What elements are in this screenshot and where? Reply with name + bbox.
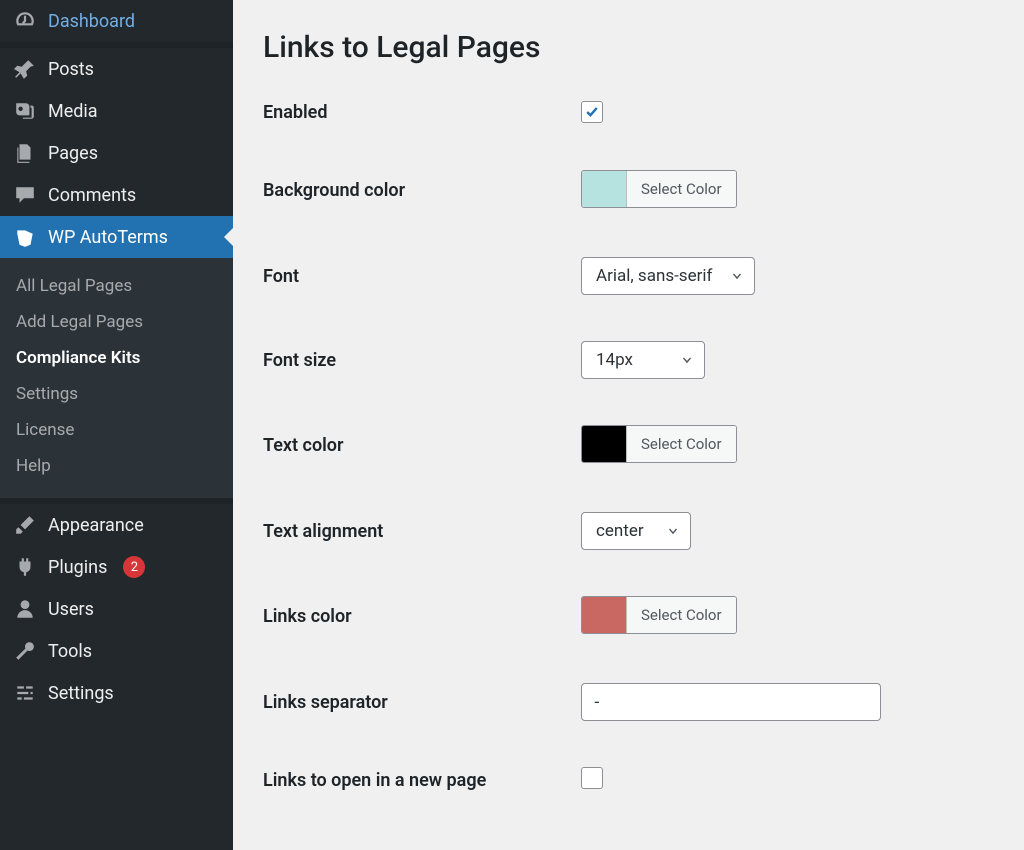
check-icon bbox=[584, 104, 600, 120]
sidebar-item-users[interactable]: Users bbox=[0, 588, 233, 630]
label-font-size: Font size bbox=[263, 350, 581, 371]
sidebar-item-label: Media bbox=[48, 101, 98, 122]
row-links-new-page: Links to open in a new page bbox=[263, 767, 994, 793]
sidebar-item-label: Settings bbox=[48, 683, 114, 704]
links-separator-input[interactable] bbox=[581, 683, 881, 721]
submenu-settings[interactable]: Settings bbox=[0, 376, 233, 412]
plugin-update-badge: 2 bbox=[123, 556, 145, 578]
sidebar-item-label: Tools bbox=[48, 641, 92, 662]
sidebar-item-wp-autoterms[interactable]: WP AutoTerms bbox=[0, 216, 233, 258]
sidebar-item-label: Users bbox=[48, 599, 94, 620]
row-font: Font Arial, sans-serif bbox=[263, 257, 994, 295]
sidebar-item-label: Posts bbox=[48, 59, 94, 80]
row-enabled: Enabled bbox=[263, 101, 994, 124]
select-color-button[interactable]: Select Color bbox=[626, 426, 736, 462]
label-text-color: Text color bbox=[263, 435, 581, 456]
color-swatch bbox=[582, 171, 626, 207]
gauge-icon bbox=[14, 10, 36, 32]
sidebar-item-label: Plugins bbox=[48, 557, 107, 578]
plug-icon bbox=[14, 556, 36, 578]
sidebar-item-comments[interactable]: Comments bbox=[0, 174, 233, 216]
label-font: Font bbox=[263, 266, 581, 287]
label-text-alignment: Text alignment bbox=[263, 521, 581, 542]
sidebar-item-media[interactable]: Media bbox=[0, 90, 233, 132]
submenu-add-legal-pages[interactable]: Add Legal Pages bbox=[0, 304, 233, 340]
select-value: Arial, sans-serif bbox=[596, 266, 712, 286]
page-title: Links to Legal Pages bbox=[263, 30, 994, 65]
shield-icon bbox=[14, 226, 36, 248]
enabled-checkbox[interactable] bbox=[581, 101, 603, 123]
media-icon bbox=[14, 100, 36, 122]
sidebar-item-dashboard[interactable]: Dashboard bbox=[0, 0, 233, 42]
background-color-picker[interactable]: Select Color bbox=[581, 170, 737, 208]
sidebar-item-label: WP AutoTerms bbox=[48, 227, 168, 248]
sidebar-item-settings[interactable]: Settings bbox=[0, 672, 233, 714]
chevron-down-icon bbox=[680, 353, 694, 367]
sidebar-item-plugins[interactable]: Plugins 2 bbox=[0, 546, 233, 588]
row-links-separator: Links separator bbox=[263, 683, 994, 721]
color-swatch bbox=[582, 597, 626, 633]
row-text-color: Text color Select Color bbox=[263, 425, 994, 466]
select-color-button[interactable]: Select Color bbox=[626, 171, 736, 207]
chevron-down-icon bbox=[666, 524, 680, 538]
select-value: 14px bbox=[596, 350, 633, 370]
submenu-help[interactable]: Help bbox=[0, 448, 233, 484]
row-links-color: Links color Select Color bbox=[263, 596, 994, 637]
pin-icon bbox=[14, 58, 36, 80]
links-color-picker[interactable]: Select Color bbox=[581, 596, 737, 634]
row-font-size: Font size 14px bbox=[263, 341, 994, 379]
label-enabled: Enabled bbox=[263, 102, 581, 123]
links-new-page-checkbox[interactable] bbox=[581, 767, 603, 789]
sidebar-item-posts[interactable]: Posts bbox=[0, 48, 233, 90]
sidebar-item-label: Dashboard bbox=[48, 11, 135, 32]
sidebar-item-label: Pages bbox=[48, 143, 98, 164]
label-links-new-page: Links to open in a new page bbox=[263, 770, 581, 791]
select-color-button[interactable]: Select Color bbox=[626, 597, 736, 633]
color-swatch bbox=[582, 426, 626, 462]
pages-icon bbox=[14, 142, 36, 164]
font-select[interactable]: Arial, sans-serif bbox=[581, 257, 755, 295]
row-text-alignment: Text alignment center bbox=[263, 512, 994, 550]
select-value: center bbox=[596, 521, 644, 541]
text-align-select[interactable]: center bbox=[581, 512, 691, 550]
wrench-icon bbox=[14, 640, 36, 662]
chevron-down-icon bbox=[730, 269, 744, 283]
submenu-all-legal-pages[interactable]: All Legal Pages bbox=[0, 268, 233, 304]
submenu-license[interactable]: License bbox=[0, 412, 233, 448]
sidebar-item-label: Comments bbox=[48, 185, 136, 206]
sidebar-item-label: Appearance bbox=[48, 515, 144, 536]
sidebar-item-tools[interactable]: Tools bbox=[0, 630, 233, 672]
font-size-select[interactable]: 14px bbox=[581, 341, 705, 379]
sliders-icon bbox=[14, 682, 36, 704]
main-content: Links to Legal Pages Enabled Background … bbox=[233, 0, 1024, 850]
user-icon bbox=[14, 598, 36, 620]
label-links-separator: Links separator bbox=[263, 692, 581, 713]
sidebar-item-appearance[interactable]: Appearance bbox=[0, 504, 233, 546]
row-background-color: Background color Select Color bbox=[263, 170, 994, 211]
label-links-color: Links color bbox=[263, 606, 581, 627]
comment-icon bbox=[14, 184, 36, 206]
submenu-compliance-kits[interactable]: Compliance Kits bbox=[0, 340, 233, 376]
sidebar-item-pages[interactable]: Pages bbox=[0, 132, 233, 174]
brush-icon bbox=[14, 514, 36, 536]
sidebar-submenu: All Legal Pages Add Legal Pages Complian… bbox=[0, 258, 233, 498]
label-background-color: Background color bbox=[263, 180, 581, 201]
text-color-picker[interactable]: Select Color bbox=[581, 425, 737, 463]
admin-sidebar: Dashboard Posts Media Pages Comments WP … bbox=[0, 0, 233, 850]
